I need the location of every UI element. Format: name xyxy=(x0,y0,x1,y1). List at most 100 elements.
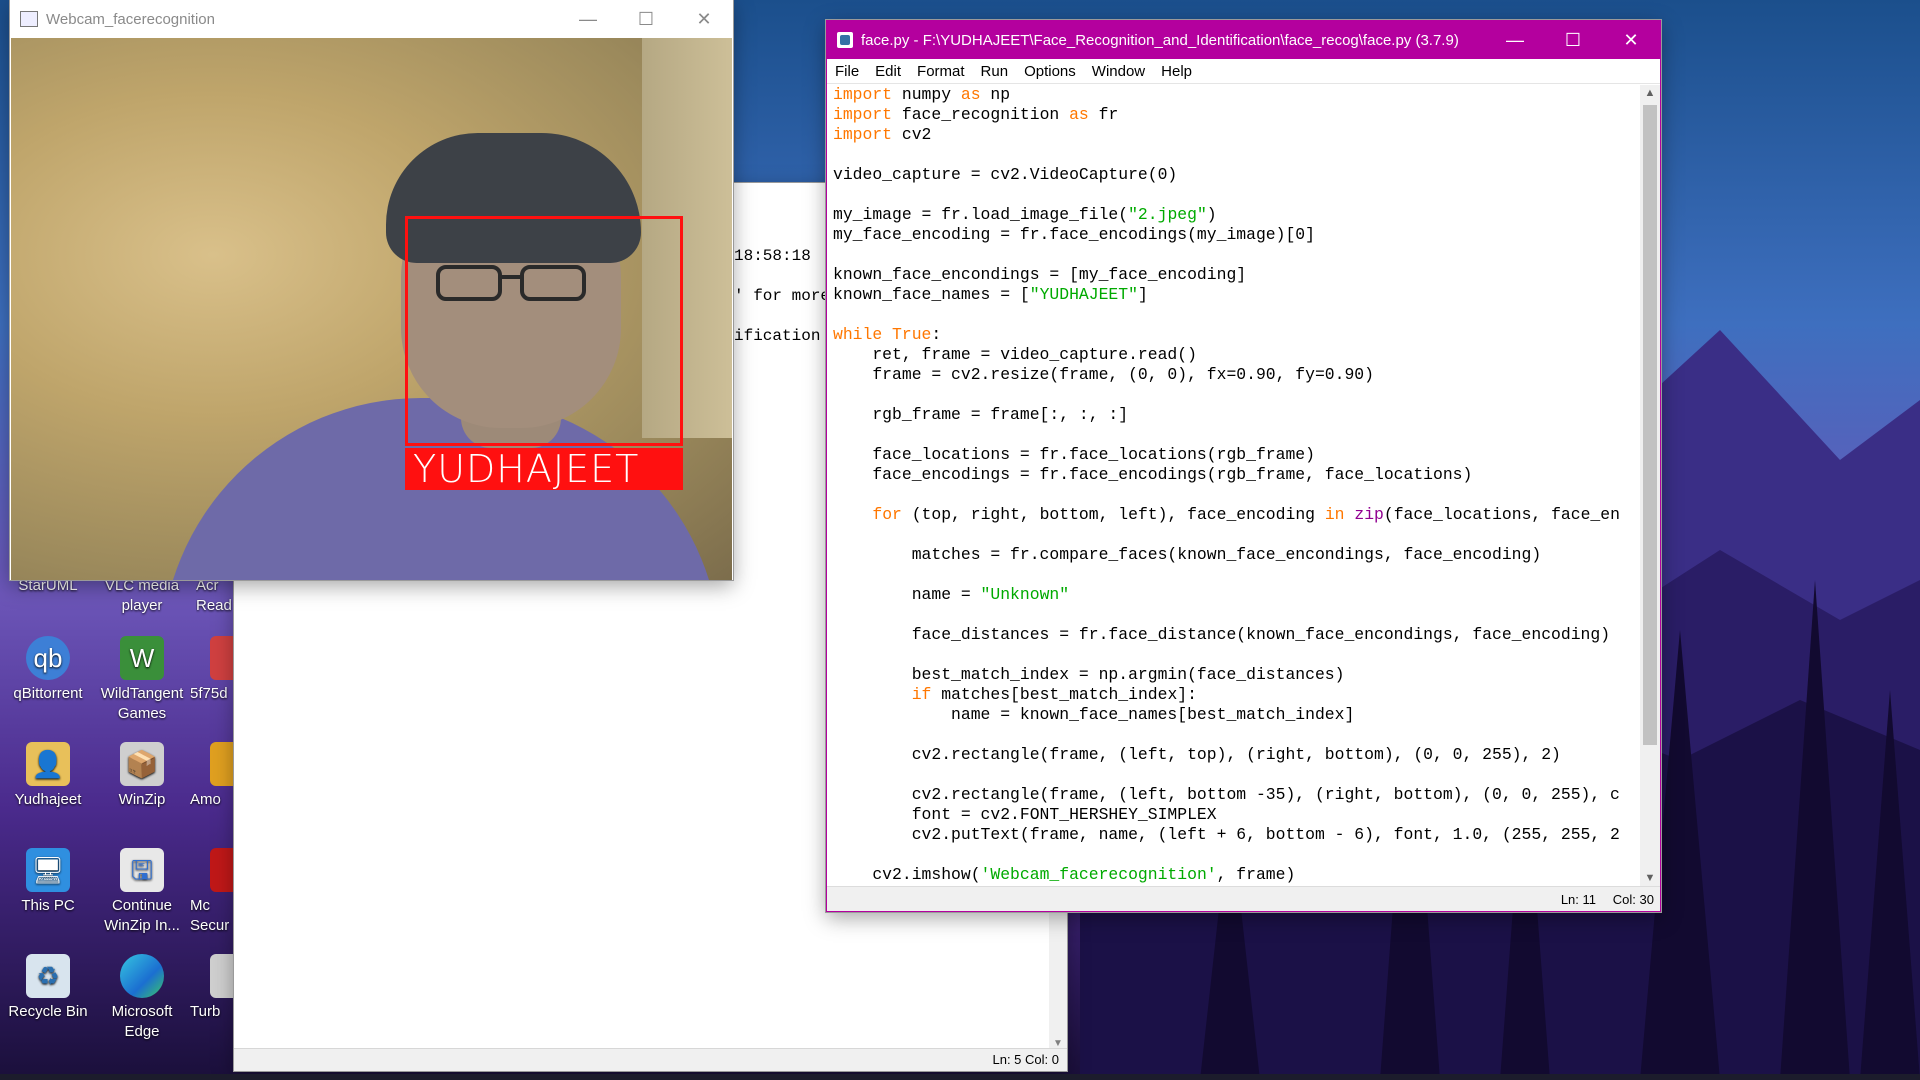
code-line[interactable]: while True: xyxy=(833,325,1638,345)
code-token: for xyxy=(872,505,902,524)
taskbar-edge xyxy=(0,1074,1920,1080)
status-line: Ln: 11 xyxy=(1560,892,1596,907)
code-line[interactable]: frame = cv2.resize(frame, (0, 0), fx=0.9… xyxy=(833,365,1638,385)
code-line[interactable]: import numpy as np xyxy=(833,85,1638,105)
desktop-icon-recycle-bin[interactable]: ♻ Recycle Bin xyxy=(0,954,96,1022)
desktop-icon-qbittorrent[interactable]: qb qBittorrent xyxy=(0,636,96,704)
code-line[interactable] xyxy=(833,725,1638,745)
code-line[interactable] xyxy=(833,145,1638,165)
close-icon[interactable]: ✕ xyxy=(675,0,733,38)
code-line[interactable]: known_face_names = ["YUDHAJEET"] xyxy=(833,285,1638,305)
code-line[interactable]: my_image = fr.load_image_file("2.jpeg") xyxy=(833,205,1638,225)
menu-run[interactable]: Run xyxy=(973,63,1017,80)
minimize-icon[interactable]: — xyxy=(1486,21,1544,59)
code-token: 'Webcam_facerecognition' xyxy=(980,865,1217,884)
code-line[interactable] xyxy=(833,525,1638,545)
bg-text-ification: ification xyxy=(734,327,821,345)
code-line[interactable]: face_encodings = fr.face_encodings(rgb_f… xyxy=(833,465,1638,485)
code-token: cv2 xyxy=(892,125,932,144)
webcam-window[interactable]: Webcam_facerecognition — ☐ ✕ YUDHAJEET xyxy=(10,0,733,580)
code-line[interactable]: known_face_encondings = [my_face_encodin… xyxy=(833,265,1638,285)
desktop-icons: qb qBittorrent W WildTangent Games 5f75d… xyxy=(0,560,240,1080)
desktop-icon-label: Continue WinZip In... xyxy=(104,897,180,934)
desktop-icon-5f75d[interactable]: 5f75d xyxy=(190,636,234,704)
wildtangent-icon: W xyxy=(120,636,164,680)
desktop-icon-label: qBittorrent xyxy=(13,685,83,702)
code-line[interactable] xyxy=(833,485,1638,505)
menu-file[interactable]: File xyxy=(827,63,867,80)
code-line[interactable]: face_locations = fr.face_locations(rgb_f… xyxy=(833,445,1638,465)
scroll-down-arrow-icon[interactable]: ▼ xyxy=(1640,872,1660,884)
code-line[interactable]: if matches[best_match_index]: xyxy=(833,685,1638,705)
code-line[interactable] xyxy=(833,245,1638,265)
bg-text-more: ' for more xyxy=(734,287,831,305)
desktop-icon-label: Recycle Bin xyxy=(8,1003,88,1020)
code-line[interactable]: video_capture = cv2.VideoCapture(0) xyxy=(833,165,1638,185)
desktop-icon-amo[interactable]: Amo xyxy=(190,742,234,810)
code-line[interactable]: cv2.putText(frame, name, (left + 6, bott… xyxy=(833,825,1638,845)
minimize-icon[interactable]: — xyxy=(559,0,617,38)
code-line[interactable]: best_match_index = np.argmin(face_distan… xyxy=(833,665,1638,685)
code-line[interactable]: face_distances = fr.face_distance(known_… xyxy=(833,625,1638,645)
code-token: , frame) xyxy=(1216,865,1296,884)
code-line[interactable]: name = "Unknown" xyxy=(833,585,1638,605)
desktop-icon-mcafee[interactable]: Mc Secur xyxy=(190,848,234,936)
code-line[interactable]: cv2.rectangle(frame, (left, top), (right… xyxy=(833,745,1638,765)
qbittorrent-icon: qb xyxy=(26,636,70,680)
code-editor[interactable]: import numpy as np import face_recognitio… xyxy=(833,85,1638,886)
code-token: as xyxy=(1069,105,1089,124)
code-line[interactable] xyxy=(833,385,1638,405)
code-line[interactable] xyxy=(833,605,1638,625)
code-line[interactable] xyxy=(833,185,1638,205)
desktop-icon-winzip-installer[interactable]: 🖫 Continue WinZip In... xyxy=(94,848,190,936)
desktop-icon-wildtangent[interactable]: W WildTangent Games xyxy=(94,636,190,724)
code-token: as xyxy=(960,85,981,104)
code-line[interactable]: matches = fr.compare_faces(known_face_en… xyxy=(833,545,1638,565)
code-line[interactable]: font = cv2.FONT_HERSHEY_SIMPLEX xyxy=(833,805,1638,825)
webcam-titlebar[interactable]: Webcam_facerecognition — ☐ ✕ xyxy=(10,0,733,38)
code-token: import xyxy=(833,85,893,104)
maximize-icon[interactable]: ☐ xyxy=(1544,21,1602,59)
code-token: if xyxy=(911,685,932,704)
desktop-icon-this-pc[interactable]: 🖥 This PC xyxy=(0,848,96,916)
code-token: (top, right, bottom, left), face_encodin… xyxy=(901,505,1325,524)
menu-format[interactable]: Format xyxy=(909,63,973,80)
user-folder-icon: 👤 xyxy=(26,742,70,786)
code-line[interactable]: name = known_face_names[best_match_index… xyxy=(833,705,1638,725)
code-line[interactable]: import cv2 xyxy=(833,125,1638,145)
code-line[interactable]: cv2.imshow('Webcam_facerecognition', fra… xyxy=(833,865,1638,885)
code-line[interactable]: rgb_frame = frame[:, :, :] xyxy=(833,405,1638,425)
menu-help[interactable]: Help xyxy=(1153,63,1200,80)
status-column: Col: 30 xyxy=(1612,892,1654,907)
maximize-icon[interactable]: ☐ xyxy=(617,0,675,38)
code-line[interactable]: cv2.rectangle(frame, (left, bottom -35),… xyxy=(833,785,1638,805)
menu-window[interactable]: Window xyxy=(1084,63,1153,80)
desktop-icon-edge[interactable]: Microsoft Edge xyxy=(94,954,190,1042)
code-line[interactable] xyxy=(833,765,1638,785)
code-line[interactable]: for (top, right, bottom, left), face_enc… xyxy=(833,505,1638,525)
close-icon[interactable]: ✕ xyxy=(1602,21,1660,59)
menu-edit[interactable]: Edit xyxy=(867,63,909,80)
desktop-icon-label: Yudhajeet xyxy=(14,791,82,808)
code-line[interactable]: import face_recognition as fr xyxy=(833,105,1638,125)
desktop-icon-turbo[interactable]: Turb xyxy=(190,954,234,1022)
menu-options[interactable]: Options xyxy=(1016,63,1084,80)
idle-titlebar[interactable]: face.py - F:\YUDHAJEET\Face_Recognition_… xyxy=(827,21,1660,59)
code-line[interactable]: ret, frame = video_capture.read() xyxy=(833,345,1638,365)
scroll-up-arrow-icon[interactable]: ▲ xyxy=(1640,87,1660,99)
code-line[interactable] xyxy=(833,305,1638,325)
face-detection-box xyxy=(405,216,683,446)
idle-editor-window[interactable]: face.py - F:\YUDHAJEET\Face_Recognition_… xyxy=(826,20,1661,912)
code-token: known_face_names = [ xyxy=(833,285,1030,304)
code-line[interactable] xyxy=(833,425,1638,445)
editor-scrollbar[interactable]: ▲ ▼ xyxy=(1640,85,1660,886)
code-line[interactable] xyxy=(833,645,1638,665)
desktop-icon-yudhajeet[interactable]: 👤 Yudhajeet xyxy=(0,742,96,810)
desktop-icon-winzip[interactable]: 📦 WinZip xyxy=(94,742,190,810)
code-line[interactable]: my_face_encoding = fr.face_encodings(my_… xyxy=(833,225,1638,245)
code-line[interactable] xyxy=(833,565,1638,585)
code-line[interactable] xyxy=(833,845,1638,865)
scrollbar-thumb[interactable] xyxy=(1643,105,1657,745)
code-token: known_face_encondings = [my_face_encodin… xyxy=(833,265,1247,284)
